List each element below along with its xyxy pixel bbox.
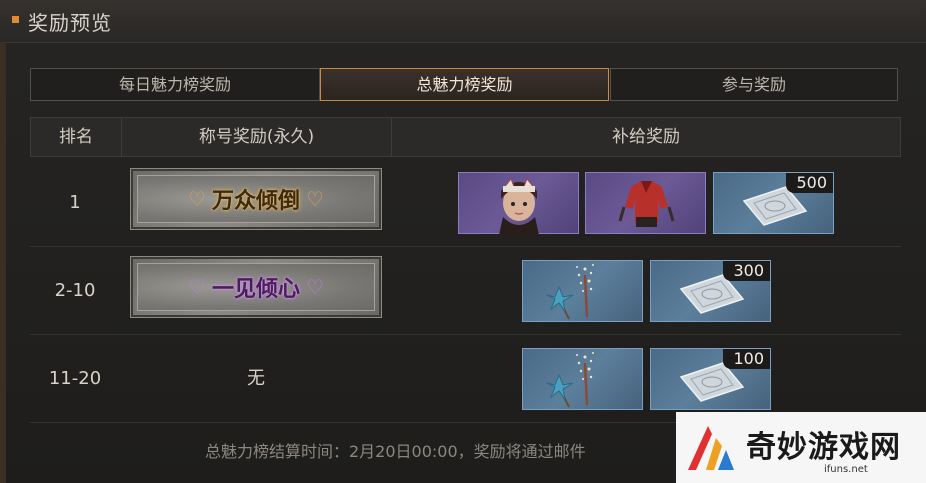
reward-item[interactable] — [585, 172, 706, 234]
title-bar: 奖励预览 — [0, 0, 926, 43]
heart-icon: ♡ — [188, 275, 206, 299]
reward-item[interactable] — [458, 172, 579, 235]
tab-participation[interactable]: 参与奖励 — [610, 68, 898, 101]
table-row: 1 ♡ 万众倾倒 ♡ 500 — [30, 159, 901, 247]
site-logo-icon — [688, 426, 734, 470]
header-title-reward: 称号奖励(永久) — [122, 118, 392, 156]
settlement-notice: 总魅力榜结算时间：2月20日00:00，奖励将通过邮件 — [205, 442, 586, 461]
table-row: 11-20 无 100 — [30, 335, 901, 423]
heart-icon: ♡ — [188, 187, 206, 211]
reward-item[interactable]: 100 — [650, 348, 771, 410]
header-supply-reward: 补给奖励 — [612, 127, 680, 147]
title-none: 无 — [247, 368, 265, 389]
reward-table: 排名 称号奖励(永久) 补给奖励 1 ♡ 万众倾倒 ♡ 500 2-10 ♡ 一… — [30, 117, 901, 425]
watermark-url: ifuns.net — [824, 464, 868, 475]
badge-content: ♡ 万众倾倒 ♡ — [133, 171, 379, 227]
watermark-text: 奇妙游戏网 — [746, 430, 901, 465]
table-header: 排名 称号奖励(永久) 补给奖励 — [30, 117, 901, 157]
table-row: 2-10 ♡ 一见倾心 ♡ 300 — [30, 247, 901, 335]
reward-item[interactable]: 300 — [650, 260, 771, 322]
pinwheel-sparkler-icon — [546, 264, 594, 320]
tab-daily-charm[interactable]: 每日魅力榜奖励 — [30, 68, 320, 101]
item-quantity: 500 — [786, 173, 833, 193]
badge-content: ♡ 一见倾心 ♡ — [133, 259, 379, 315]
rank-cell: 11-20 — [48, 368, 102, 389]
title-marker-icon — [12, 16, 19, 23]
rank-cell: 2-10 — [54, 280, 96, 301]
tab-total-charm[interactable]: 总魅力榜奖励 — [320, 68, 609, 101]
title-badge: ♡ 一见倾心 ♡ — [130, 256, 382, 318]
header-rank: 排名 — [31, 118, 122, 156]
reward-tabs: 每日魅力榜奖励 总魅力榜奖励 参与奖励 — [30, 68, 898, 101]
red-jacket-outfit-icon — [618, 181, 675, 227]
pinwheel-sparkler-icon — [546, 352, 594, 408]
window-title: 奖励预览 — [28, 11, 112, 35]
title-name: 一见倾心 — [211, 277, 300, 302]
title-badge: ♡ 万众倾倒 ♡ — [130, 168, 382, 230]
item-quantity: 300 — [723, 261, 770, 281]
item-quantity: 100 — [723, 349, 770, 369]
site-watermark: 奇妙游戏网 ifuns.net — [676, 412, 926, 483]
reward-preview-panel: 奖励预览 每日魅力榜奖励 总魅力榜奖励 参与奖励 排名 称号奖励(永久) 补给奖… — [0, 0, 926, 483]
reward-item[interactable] — [522, 260, 643, 322]
rank-cell: 1 — [69, 192, 81, 213]
left-edge-strip — [0, 42, 6, 483]
reward-item[interactable] — [522, 348, 643, 410]
reward-item[interactable]: 500 — [713, 172, 834, 234]
title-name: 万众倾倒 — [211, 189, 300, 214]
heart-icon: ♡ — [306, 275, 324, 299]
heart-icon: ♡ — [306, 187, 324, 211]
character-head-icon — [499, 178, 539, 235]
